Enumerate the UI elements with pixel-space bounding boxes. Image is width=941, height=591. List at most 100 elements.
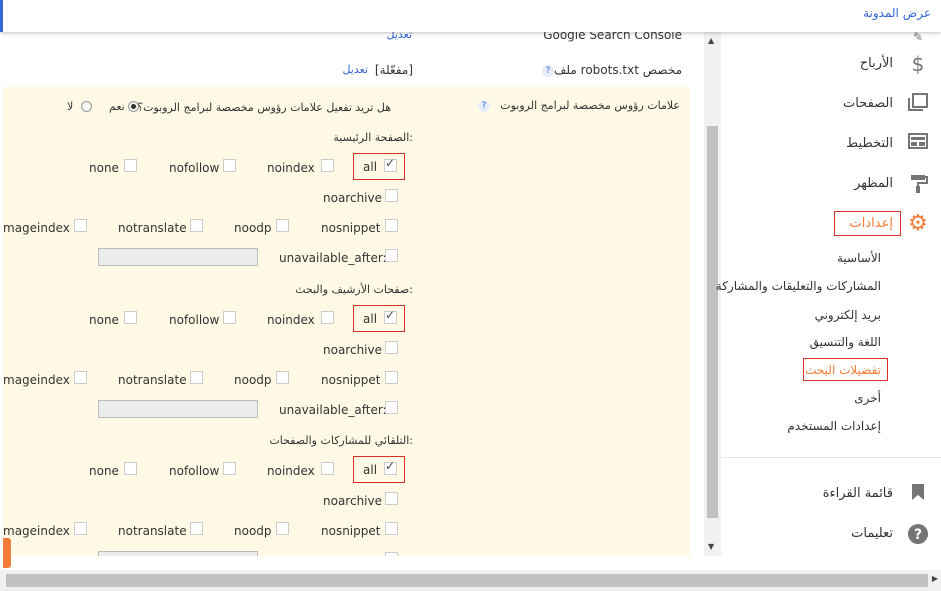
- noarchive-checkbox[interactable]: [385, 341, 398, 354]
- check-icon: ✓: [385, 459, 396, 473]
- all-checkbox-group[interactable]: ✓ all: [353, 305, 405, 332]
- scroll-up-icon[interactable]: ▲: [708, 36, 714, 45]
- nofollow-checkbox[interactable]: [223, 462, 236, 475]
- noimageindex-checkbox[interactable]: [74, 219, 87, 232]
- noindex-label: noindex: [267, 161, 315, 175]
- feedback-tab[interactable]: [3, 538, 11, 568]
- sidebar-item-layout[interactable]: التخطيط: [846, 136, 893, 151]
- section-title-default: التلقائي للمشاركات والصفحات:: [269, 434, 413, 447]
- noindex-label: noindex: [267, 313, 315, 327]
- no-label: لا: [67, 100, 74, 113]
- no-radio[interactable]: [81, 101, 92, 112]
- nosnippet-label: nosnippet: [321, 373, 381, 387]
- notranslate-checkbox[interactable]: [190, 219, 203, 232]
- notranslate-label: notranslate: [118, 524, 187, 538]
- noodp-checkbox[interactable]: [276, 371, 289, 384]
- unavailable-after-checkbox[interactable]: [385, 401, 398, 414]
- dollar-icon: $: [911, 52, 925, 76]
- sidebar-item-earnings[interactable]: الأرباح: [860, 56, 893, 71]
- settings-sub-posts[interactable]: المشاركات والتعليقات والمشاركة: [716, 279, 881, 293]
- all-checkbox-group[interactable]: ✓ all: [353, 456, 405, 483]
- notranslate-checkbox[interactable]: [190, 371, 203, 384]
- settings-sub-basic[interactable]: الأساسية: [837, 251, 881, 265]
- unavailable-after-date-input[interactable]: [98, 551, 258, 556]
- none-checkbox[interactable]: [124, 462, 137, 475]
- all-label: all: [363, 463, 378, 477]
- none-checkbox[interactable]: [124, 311, 137, 324]
- scroll-thumb[interactable]: [6, 574, 928, 587]
- settings-sub-email[interactable]: بريد إلكتروني: [815, 308, 881, 322]
- none-checkbox[interactable]: [124, 159, 137, 172]
- scroll-down-icon[interactable]: ▼: [708, 542, 714, 551]
- settings-sub-search-preferences[interactable]: تفضيلات البحث: [805, 363, 881, 377]
- noimageindex-label: mageindex: [3, 373, 70, 387]
- noarchive-checkbox[interactable]: [385, 189, 398, 202]
- check-icon: ✓: [385, 308, 396, 322]
- search-console-edit-link[interactable]: تعديل: [386, 32, 412, 41]
- noindex-checkbox[interactable]: [321, 311, 334, 324]
- settings-sub-language[interactable]: اللغة والتنسيق: [810, 335, 881, 349]
- vertical-scrollbar[interactable]: ▲ ▼: [704, 32, 721, 556]
- notranslate-label: notranslate: [118, 221, 187, 235]
- noodp-checkbox[interactable]: [276, 219, 289, 232]
- yes-radio[interactable]: [128, 101, 139, 112]
- robots-txt-edit-link[interactable]: تعديل: [342, 63, 368, 76]
- nosnippet-label: nosnippet: [321, 524, 381, 538]
- section-title-home: الصفحة الرئيسية:: [333, 131, 413, 144]
- sidebar-item-reading-list[interactable]: قائمة القراءة: [823, 486, 893, 501]
- nosnippet-checkbox[interactable]: [385, 371, 398, 384]
- noimageindex-checkbox[interactable]: [74, 371, 87, 384]
- search-console-label: Google Search Console: [543, 32, 682, 42]
- unavailable-after-checkbox[interactable]: [385, 552, 398, 556]
- all-checkbox-group[interactable]: ✓ all: [353, 153, 405, 180]
- noodp-label: noodp: [234, 373, 272, 387]
- sidebar-divider: [721, 457, 941, 458]
- noodp-checkbox[interactable]: [276, 522, 289, 535]
- nofollow-checkbox[interactable]: [223, 159, 236, 172]
- svg-text:?: ?: [914, 527, 922, 543]
- noindex-checkbox[interactable]: [321, 462, 334, 475]
- bookmark-icon: [907, 483, 929, 505]
- noindex-checkbox[interactable]: [321, 159, 334, 172]
- noarchive-checkbox[interactable]: [385, 492, 398, 505]
- sidebar-item-settings[interactable]: إعدادات: [850, 216, 893, 231]
- unavailable-after-date-input[interactable]: [98, 400, 258, 418]
- scroll-thumb[interactable]: [707, 126, 718, 518]
- scroll-right-icon[interactable]: ▶: [932, 574, 938, 583]
- pages-icon: [907, 93, 929, 115]
- sidebar-item-theme[interactable]: المظهر: [854, 176, 893, 191]
- settings-sub-other[interactable]: أخرى: [854, 391, 881, 405]
- all-label: all: [363, 160, 378, 174]
- sidebar-item-pages[interactable]: الصفحات: [843, 96, 893, 111]
- noarchive-label: noarchive: [323, 191, 382, 205]
- nosnippet-checkbox[interactable]: [385, 522, 398, 535]
- section-title-archive: صفحات الأرشيف والبحث:: [295, 283, 413, 296]
- all-label: all: [363, 312, 378, 326]
- robot-headers-question: هل تريد تفعيل علامات رؤوس مخصصة لبرامج ا…: [137, 101, 391, 114]
- help-icon[interactable]: ?: [542, 65, 554, 77]
- horizontal-scrollbar[interactable]: ▶: [0, 570, 941, 591]
- nosnippet-label: nosnippet: [321, 221, 381, 235]
- sidebar-item-help[interactable]: تعليمات: [851, 526, 893, 541]
- top-bar: عرض المدونة: [0, 0, 941, 32]
- settings-panel: Google Search Console تعديل ملف robots.t…: [3, 32, 704, 556]
- nofollow-checkbox[interactable]: [223, 311, 236, 324]
- settings-sub-user[interactable]: إعدادات المستخدم: [787, 419, 881, 433]
- help-icon[interactable]: ?: [478, 100, 490, 112]
- paint-roller-icon: [907, 173, 929, 195]
- notranslate-checkbox[interactable]: [190, 522, 203, 535]
- unavailable-after-checkbox[interactable]: [385, 249, 398, 262]
- nofollow-label: nofollow: [169, 313, 220, 327]
- unavailable-after-label: unavailable_after:: [279, 403, 387, 417]
- layout-icon: [907, 133, 929, 155]
- sidebar: ✎ $ الأرباح الصفحات التخطيط المظهر ⚙ إعد…: [716, 30, 941, 556]
- noindex-label: noindex: [267, 464, 315, 478]
- robot-headers-label: علامات رؤوس مخصصة لبرامج الروبوت: [500, 99, 680, 112]
- robots-txt-label: ملف robots.txt مخصص: [554, 63, 682, 77]
- unavailable-after-date-input[interactable]: [98, 248, 258, 266]
- noimageindex-checkbox[interactable]: [74, 522, 87, 535]
- nosnippet-checkbox[interactable]: [385, 219, 398, 232]
- view-blog-link[interactable]: عرض المدونة: [863, 6, 931, 20]
- noimageindex-label: mageindex: [3, 524, 70, 538]
- robot-headers-panel: علامات رؤوس مخصصة لبرامج الروبوت ? هل تر…: [3, 87, 690, 556]
